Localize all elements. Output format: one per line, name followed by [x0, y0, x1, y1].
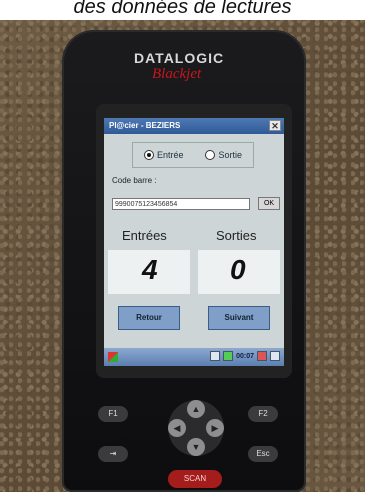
close-button[interactable]: ✕	[269, 120, 281, 131]
taskbar: 00:07	[104, 348, 284, 366]
exits-heading: Sorties	[216, 228, 257, 243]
caption: des données de lectures	[0, 0, 365, 20]
keyboard-icon[interactable]	[210, 351, 221, 361]
brand-name: DATALOGIC	[134, 50, 225, 66]
barcode-label: Code barre :	[112, 176, 157, 185]
system-tray: 00:07	[210, 351, 280, 361]
left-arrow-icon[interactable]: ◀	[168, 419, 186, 437]
radio-unselected-icon	[205, 150, 216, 160]
tab-key[interactable]: ⇥	[98, 446, 128, 462]
up-arrow-icon[interactable]: ▲	[187, 400, 205, 418]
start-icon[interactable]	[108, 352, 118, 362]
f1-key[interactable]: F1	[98, 406, 128, 422]
device-screen: Pl@cier - BEZIERS ✕ Entrée Sortie Code b…	[104, 118, 284, 366]
radio-sortie-label: Sortie	[218, 150, 242, 160]
clock: 00:07	[236, 352, 254, 360]
exits-count: 0	[230, 254, 246, 285]
dpad: ▲ ◀ ▶ ▼	[168, 400, 224, 456]
app-titlebar: Pl@cier - BEZIERS ✕	[104, 118, 284, 134]
f2-key[interactable]: F2	[248, 406, 278, 422]
app-title: Pl@cier - BEZIERS	[109, 121, 181, 130]
next-button[interactable]: Suivant	[208, 306, 270, 330]
barcode-input[interactable]: 9990075123456854	[112, 198, 250, 210]
sound-icon[interactable]	[257, 351, 267, 361]
entries-count: 4	[142, 254, 158, 285]
down-arrow-icon[interactable]: ▼	[187, 438, 205, 456]
scan-key[interactable]: SCAN	[168, 470, 222, 488]
radio-sortie[interactable]: Sortie	[205, 150, 242, 160]
right-arrow-icon[interactable]: ▶	[206, 419, 224, 437]
back-button[interactable]: Retour	[118, 306, 180, 330]
esc-key[interactable]: Esc	[248, 446, 278, 462]
radio-selected-icon	[143, 150, 154, 160]
radio-entree-label: Entrée	[156, 150, 184, 160]
battery-icon	[223, 351, 234, 361]
mode-radio-group: Entrée Sortie	[132, 142, 254, 168]
model-name: Blackjet	[152, 66, 202, 82]
entries-heading: Entrées	[122, 228, 167, 243]
ok-button[interactable]: OK	[258, 197, 280, 210]
input-panel-icon[interactable]	[270, 351, 280, 361]
radio-entree[interactable]: Entrée	[143, 150, 184, 160]
